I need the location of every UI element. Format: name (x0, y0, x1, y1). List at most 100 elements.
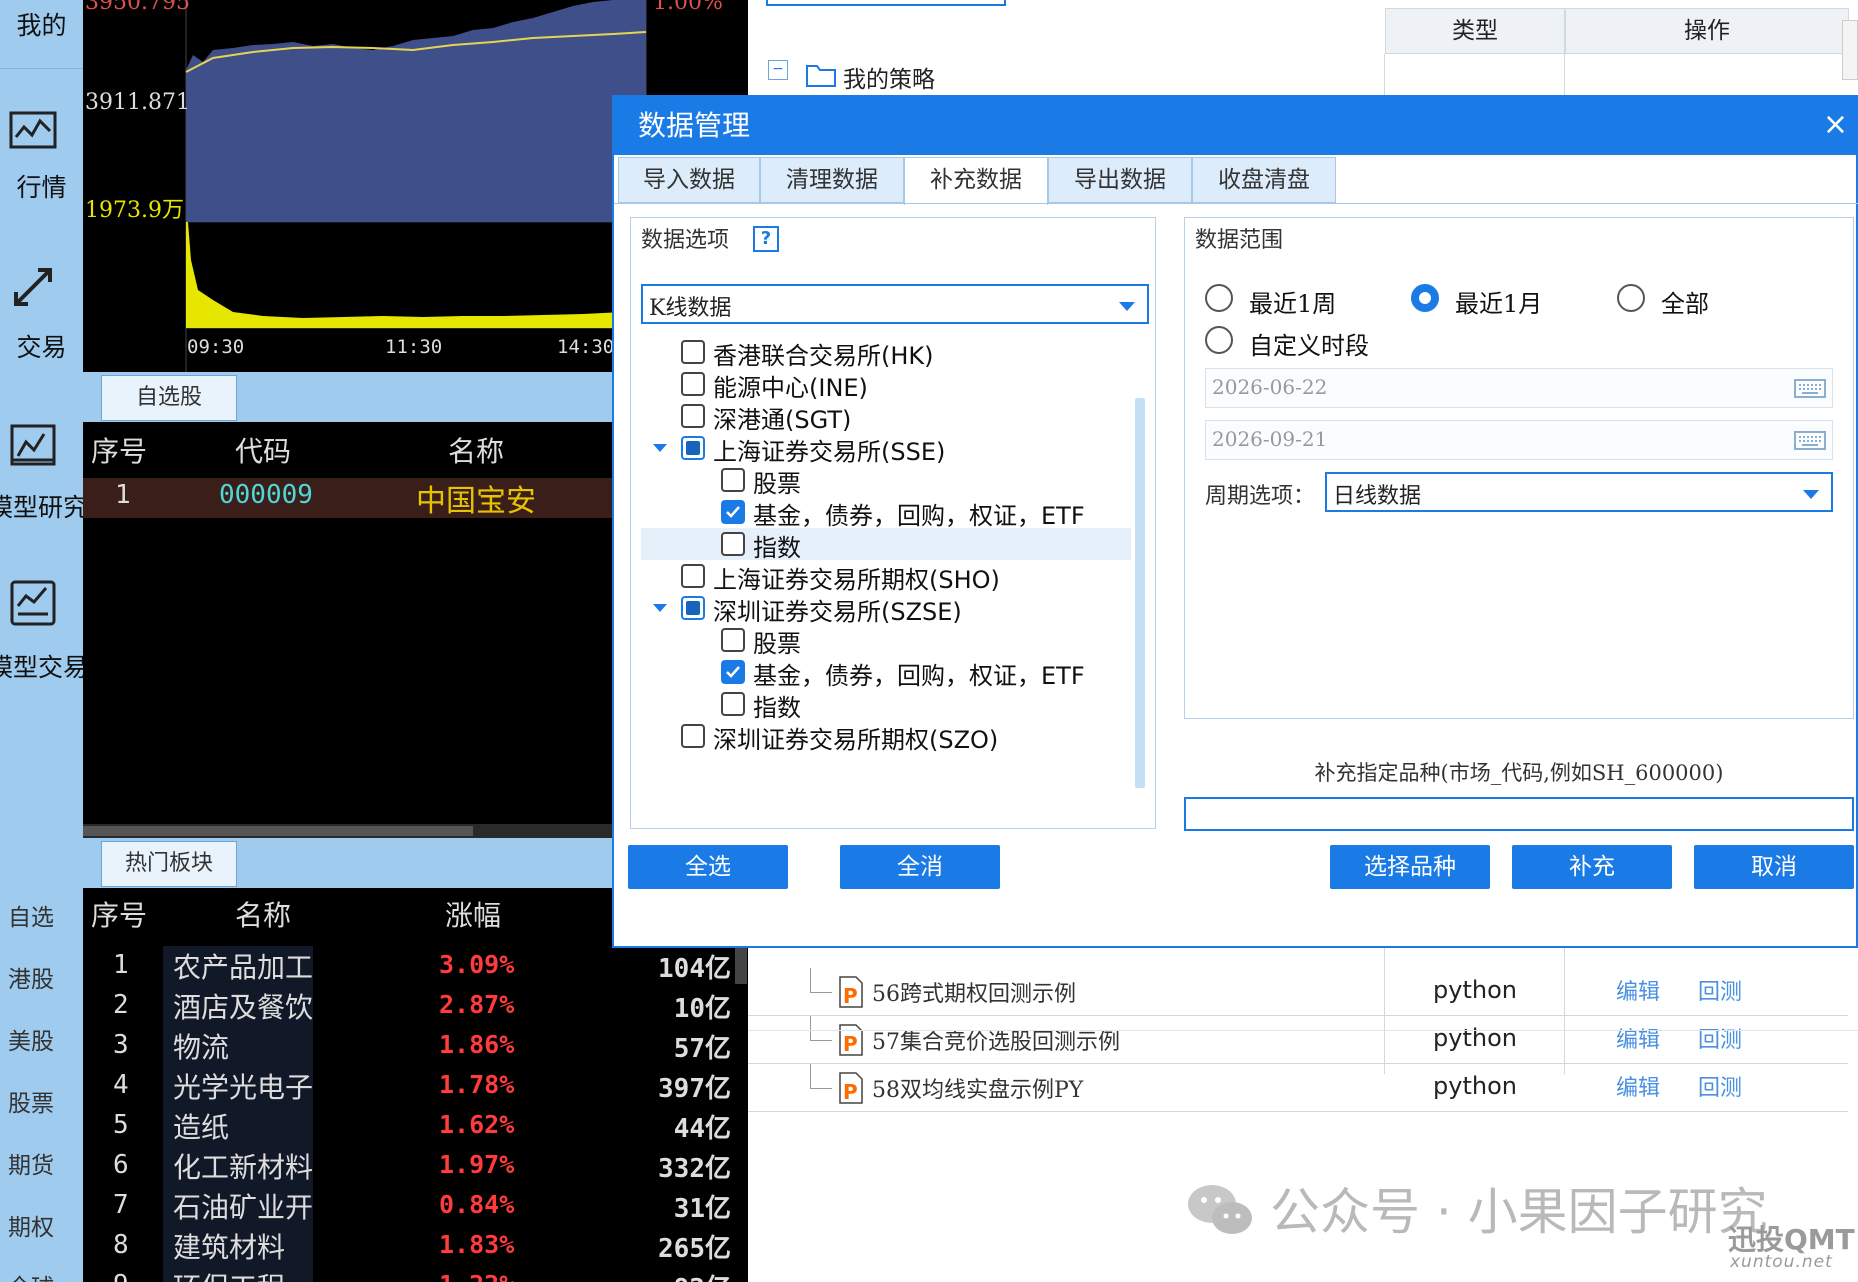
radio-month[interactable] (1411, 284, 1439, 312)
table-row[interactable]: 7 石油矿业开 0.84% 31亿 (83, 1186, 733, 1226)
edit-link[interactable]: 编辑 (1616, 974, 1660, 1006)
table-row[interactable]: 1 农产品加工 3.09% 104亿 (83, 946, 733, 986)
watchlist-panel: 序号 代码 名称 1 000009 中国宝安 (83, 422, 643, 838)
radio-all[interactable] (1617, 284, 1645, 312)
checkbox[interactable] (681, 564, 705, 588)
tree-node[interactable]: 指数 (641, 688, 1131, 722)
tree-node[interactable]: 股票 (641, 624, 1131, 658)
backtest-link[interactable]: 回测 (1698, 1070, 1742, 1102)
table-row[interactable]: 5 造纸 1.62% 44亿 (83, 1106, 733, 1146)
checkbox[interactable] (721, 468, 745, 492)
tree-node[interactable]: 上海证券交易所(SSE) (641, 432, 1131, 466)
table-row[interactable]: 1 000009 中国宝安 (83, 478, 643, 519)
tree-node[interactable]: 深圳证券交易所期权(SZO) (641, 720, 1131, 754)
radio-custom[interactable] (1205, 326, 1233, 354)
tree-node[interactable]: 香港联合交易所(HK) (641, 336, 1131, 370)
nav-sub-global[interactable]: 全球 (0, 1268, 83, 1282)
nav-sub-futures[interactable]: 期货 (0, 1146, 83, 1180)
keyboard-icon[interactable] (1794, 377, 1826, 399)
select-none-button[interactable]: 全消 (840, 845, 1000, 889)
supplement-input[interactable] (1184, 797, 1854, 831)
checkbox[interactable] (681, 340, 705, 364)
collapse-icon[interactable]: − (768, 60, 788, 80)
nav-sub-watch[interactable]: 自选 (0, 898, 83, 932)
backtest-link[interactable]: 回测 (1698, 1022, 1742, 1054)
tab-watchlist[interactable]: 自选股 (101, 375, 237, 421)
checkbox[interactable] (721, 500, 745, 524)
end-date-field[interactable]: 2026-09-21 (1205, 420, 1833, 460)
checkbox[interactable] (681, 436, 705, 460)
tree-node[interactable]: 深港通(SGT) (641, 400, 1131, 434)
select-all-button[interactable]: 全选 (628, 845, 788, 889)
period-select[interactable]: 日线数据 (1325, 472, 1833, 512)
nav-item-trade[interactable]: 交易 (0, 328, 83, 364)
v-scrollbar[interactable] (1842, 20, 1858, 80)
checkbox[interactable] (681, 596, 705, 620)
checkbox[interactable] (681, 724, 705, 748)
options-panel: 数据选项 ? K线数据 香港联合交易所(HK) 能源中心(INE) 深港通(SGT)… (630, 217, 1156, 829)
table-row[interactable]: 2 酒店及餐饮 2.87% 10亿 (83, 986, 733, 1026)
nav-item-research[interactable]: 模型研究 (0, 488, 83, 524)
supplement-hint: 补充指定品种(市场_代码,例如SH_600000) (1314, 761, 1724, 785)
v-scrollbar[interactable] (1135, 398, 1145, 788)
nav-item-market[interactable]: 行情 (0, 168, 83, 204)
sector-pct: 1.62% (439, 1110, 515, 1139)
tree-node[interactable]: 深圳证券交易所(SZSE) (641, 592, 1131, 626)
close-icon[interactable]: × (1823, 103, 1848, 147)
checkbox[interactable] (721, 660, 745, 684)
tab-supplement[interactable]: 补充数据 (904, 157, 1048, 205)
nav-sub-us[interactable]: 美股 (0, 1022, 83, 1056)
nav-item-mine[interactable]: 我的 (0, 6, 83, 42)
supplement-button[interactable]: 补充 (1512, 845, 1672, 889)
nav-item-model-trade[interactable]: 模型交易 (0, 648, 83, 684)
research-icon (10, 424, 56, 466)
folder-label[interactable]: 我的策略 (843, 60, 935, 94)
edit-link[interactable]: 编辑 (1616, 1022, 1660, 1054)
help-icon[interactable]: ? (753, 226, 779, 252)
expand-triangle-icon[interactable] (653, 604, 667, 612)
tree-node[interactable]: 基金，债券，回购，权证，ETF (641, 656, 1131, 690)
tab-hot-sectors[interactable]: 热门板块 (101, 841, 237, 887)
keyboard-icon[interactable] (1794, 429, 1826, 451)
start-date-field[interactable]: 2026-06-22 (1205, 368, 1833, 408)
checkbox[interactable] (721, 532, 745, 556)
edit-link[interactable]: 编辑 (1616, 1070, 1660, 1102)
checkbox[interactable] (721, 692, 745, 716)
tab-close-clear[interactable]: 收盘清盘 (1192, 157, 1336, 203)
backtest-link[interactable]: 回测 (1698, 974, 1742, 1006)
tab-import[interactable]: 导入数据 (618, 157, 760, 203)
tree-node-label: 深港通(SGT) (713, 406, 852, 434)
nav-sub-hk[interactable]: 港股 (0, 960, 83, 994)
strategy-row[interactable]: P 58双均线实盘示例PY python 编辑 回测 (748, 1064, 1848, 1112)
cancel-button[interactable]: 取消 (1694, 845, 1854, 889)
checkbox[interactable] (681, 404, 705, 428)
dialog-titlebar[interactable]: 数据管理 (614, 97, 1856, 155)
tree-node[interactable]: 基金，债券，回购，权证，ETF (641, 496, 1131, 530)
tree-node[interactable]: 上海证券交易所期权(SHO) (641, 560, 1131, 594)
checkbox[interactable] (721, 628, 745, 652)
choose-instrument-button[interactable]: 选择品种 (1330, 845, 1490, 889)
tree-node[interactable]: 指数 (641, 528, 1131, 562)
tab-export[interactable]: 导出数据 (1048, 157, 1192, 203)
table-row[interactable]: 8 建筑材料 1.83% 265亿 (83, 1226, 733, 1266)
h-scrollbar[interactable] (83, 826, 473, 836)
table-row[interactable]: 6 化工新材料 1.97% 332亿 (83, 1146, 733, 1186)
strategy-row[interactable]: P 56跨式期权回测示例 python 编辑 回测 (748, 968, 1848, 1016)
table-row[interactable]: 9 环保工程 1.22% 92亿 (83, 1266, 733, 1282)
radio-week[interactable] (1205, 284, 1233, 312)
nav-sub-stock[interactable]: 股票 (0, 1084, 83, 1118)
nav-sub-options[interactable]: 期权 (0, 1208, 83, 1242)
tree-node[interactable]: 能源中心(INE) (641, 368, 1131, 402)
v-scrollbar[interactable] (735, 948, 747, 984)
expand-triangle-icon[interactable] (653, 444, 667, 452)
row-index: 2 (113, 990, 129, 1020)
table-row[interactable]: 3 物流 1.86% 57亿 (83, 1026, 733, 1066)
checkbox[interactable] (681, 372, 705, 396)
table-row[interactable]: 4 光学光电子 1.78% 397亿 (83, 1066, 733, 1106)
tab-clean[interactable]: 清理数据 (760, 157, 904, 203)
data-type-select[interactable]: K线数据 (641, 284, 1149, 324)
tree-node[interactable]: 股票 (641, 464, 1131, 498)
sector-pct: 2.87% (439, 990, 515, 1019)
strategy-row[interactable]: P 57集合竞价选股回测示例 python 编辑 回测 (748, 1016, 1848, 1064)
price-top: 3950.795 (85, 0, 190, 15)
